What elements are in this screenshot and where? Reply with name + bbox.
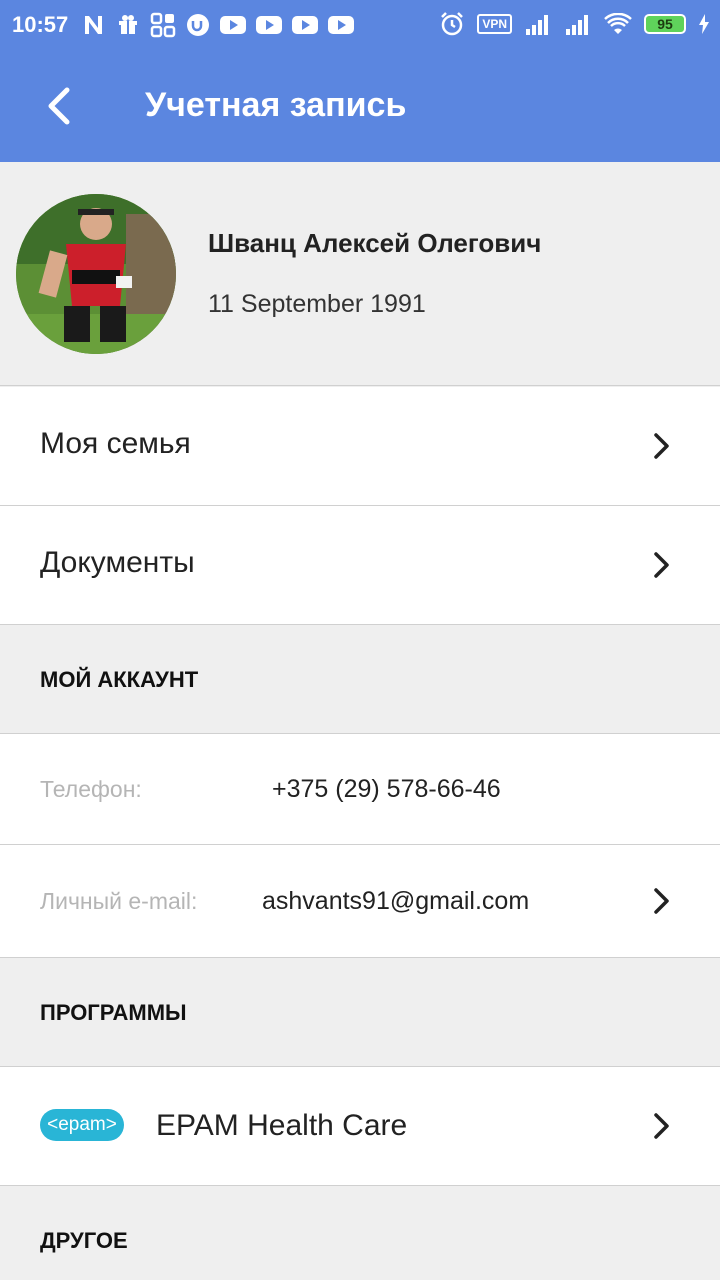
menu-item-label: Моя семья — [40, 427, 191, 460]
phone-label: Телефон: — [40, 776, 142, 802]
menu-item-family[interactable]: Моя семья — [0, 387, 720, 506]
status-bar: 10:57 VPN 95 — [0, 0, 720, 50]
back-arrow-icon — [48, 87, 70, 125]
section-title: МОЙ АККАУНТ — [40, 667, 199, 692]
section-title: ДРУГОЕ — [40, 1228, 128, 1253]
youtube-icon — [256, 16, 282, 34]
system-icons: VPN 95 — [439, 11, 710, 37]
vpn-icon: VPN — [477, 14, 512, 34]
avatar-photo — [16, 194, 176, 354]
gift-icon — [119, 15, 137, 34]
page-title: Учетная запись — [145, 86, 407, 124]
program-name: EPAM Health Care — [156, 1109, 408, 1142]
menu-item-label: Документы — [40, 546, 195, 579]
signal-icon — [566, 15, 588, 35]
phone-row: Телефон: +375 (29) 578-66-46 — [0, 734, 720, 845]
charging-icon — [699, 14, 709, 34]
profile-birthdate: 11 September 1991 — [208, 290, 426, 318]
section-title: ПРОГРАММЫ — [40, 1000, 187, 1025]
section-header-programs: ПРОГРАММЫ — [0, 958, 720, 1067]
n-icon — [85, 16, 102, 34]
wifi-icon — [604, 13, 632, 34]
email-row[interactable]: Личный e-mail: ashvants91@gmail.com — [0, 845, 720, 958]
youtube-icon — [220, 16, 246, 34]
signal-icon — [526, 15, 548, 35]
status-time: 10:57 — [12, 12, 69, 37]
profile-header: Шванц Алексей Олегович 11 September 1991 — [0, 162, 720, 386]
section-header-other: ДРУГОЕ — [0, 1186, 720, 1280]
youtube-icon — [328, 16, 354, 34]
battery-icon: 95 — [644, 14, 686, 34]
apps-icon — [150, 12, 176, 38]
notification-icons — [82, 12, 354, 38]
chevron-right-icon — [654, 1113, 669, 1139]
youtube-icon — [292, 16, 318, 34]
avatar[interactable] — [16, 194, 176, 354]
back-button[interactable] — [30, 78, 86, 134]
epam-logo: <epam> — [40, 1109, 124, 1141]
section-header-account: МОЙ АККАУНТ — [0, 625, 720, 734]
email-value: ashvants91@gmail.com — [262, 887, 530, 915]
program-item-epam[interactable]: <epam> EPAM Health Care — [0, 1067, 720, 1186]
app-bar: Учетная запись — [0, 50, 720, 162]
chevron-right-icon — [654, 552, 669, 578]
u-app-icon — [187, 14, 209, 36]
alarm-icon — [441, 12, 464, 36]
email-label: Личный e-mail: — [40, 888, 198, 914]
phone-value: +375 (29) 578-66-46 — [272, 775, 501, 803]
chevron-right-icon — [654, 433, 669, 459]
menu-item-documents[interactable]: Документы — [0, 506, 720, 625]
chevron-right-icon — [654, 888, 669, 914]
profile-name: Шванц Алексей Олегович — [208, 228, 542, 258]
